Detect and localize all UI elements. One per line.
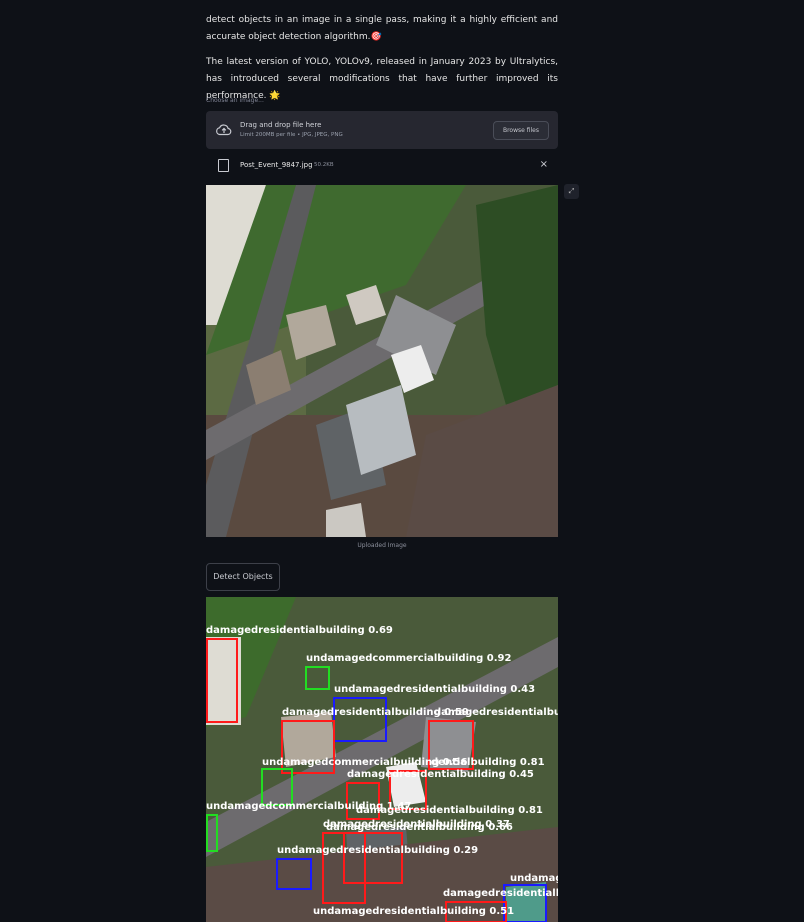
detection-label: undamag (510, 873, 558, 884)
image-caption: Uploaded Image (357, 542, 407, 549)
cloud-upload-icon (216, 124, 232, 136)
uploaded-image (206, 185, 558, 537)
detection-label: dentialbuilding 0.81 (431, 757, 545, 768)
detection-label: undamagedcommercialbuilding 0.92 (306, 653, 511, 664)
dropzone-subtitle: Limit 200MB per file • JPG, JPEG, PNG (240, 132, 343, 138)
uploader-label: Choose an image... (206, 97, 264, 104)
detect-objects-button[interactable]: Detect Objects (206, 563, 280, 591)
uploaded-file-item: Post_Event_9847.jpg 50.2KB × (206, 156, 558, 176)
detection-label: damagedresidentialbuil (434, 707, 558, 718)
file-dropzone[interactable]: Drag and drop file here Limit 200MB per … (206, 111, 558, 149)
detection-label: undamagedresidentialbuilding 0.51 (313, 906, 514, 917)
detection-label: damagedresidentialbuilding 0.69 (206, 625, 393, 636)
file-name: Post_Event_9847.jpg (240, 161, 313, 169)
file-size: 50.2KB (314, 162, 334, 168)
detection-label: damagedresidentialbuilding 0.81 (356, 805, 543, 816)
detection-label: damagedresidentialbuilding 0.66 (326, 822, 513, 833)
detection-label: damagedresidentialbuilding 0.45 (347, 769, 534, 780)
remove-file-button[interactable]: × (540, 159, 548, 170)
detection-label: damagedresidentialbu (443, 888, 558, 899)
browse-files-button[interactable]: Browse files (493, 121, 549, 140)
intro-paragraph-1: detect objects in an image in a single p… (206, 15, 558, 42)
dropzone-title: Drag and drop file here (240, 121, 322, 129)
detection-result-image: damagedresidentialbuilding 0.69 undamage… (206, 597, 558, 922)
detection-label: undamagedresidentialbuilding 0.43 (334, 684, 535, 695)
file-icon (218, 159, 229, 172)
detection-label: undamagedresidentialbuilding 0.29 (277, 845, 478, 856)
fullscreen-expand-icon[interactable]: ⤢ (564, 184, 579, 199)
